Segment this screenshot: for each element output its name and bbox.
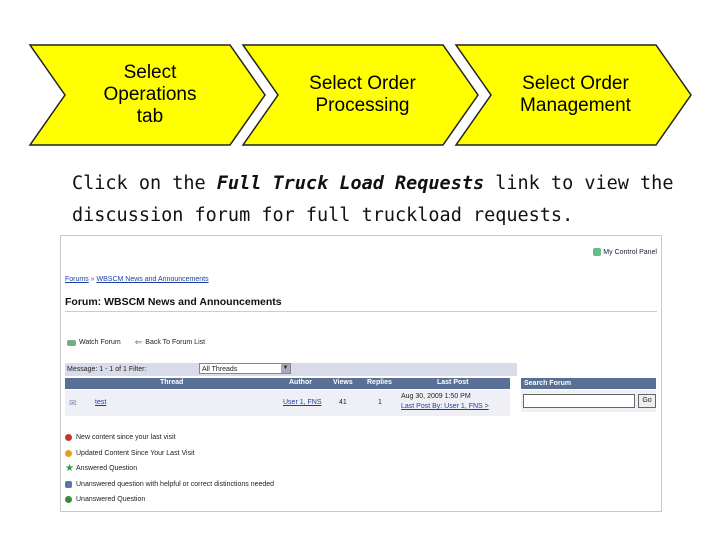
search-go-button[interactable]: Go [638,394,656,408]
column-header-thread[interactable]: Thread [160,379,183,386]
title-divider [65,311,657,312]
back-arrow-icon: ⇐ [134,337,143,347]
step-banner: Select Operations tab Select Order Proce… [0,0,720,160]
forum-screenshot: My Control Panel Forums » WBSCM News and… [60,235,662,512]
message-count: Message: 1 - 1 of 1 Filter: [67,366,147,373]
search-forum-input[interactable] [523,394,635,408]
thread-filter-value: All Threads [202,366,238,373]
column-header-replies[interactable]: Replies [367,379,392,386]
thread-table-header: Thread Author Views Replies Last Post [65,378,510,389]
legend-text: Unanswered Question [76,496,146,504]
thread-last-post-by[interactable]: Last Post By: User 1, FNS > [401,403,489,410]
thread-status-icon: ✉ [69,398,77,408]
breadcrumb: Forums » WBSCM News and Announcements [65,276,209,283]
unanswered-helpful-icon [65,480,72,488]
updated-content-icon [65,449,72,457]
thread-views: 41 [339,399,347,406]
column-header-last-post[interactable]: Last Post [437,379,469,386]
legend-item: ★ Answered Question [65,461,274,477]
search-forum-header: Search Forum [521,378,656,389]
legend-text: Updated Content Since Your Last Visit [76,449,195,457]
column-header-author[interactable]: Author [289,379,312,386]
status-legend: New content since your last visit Update… [65,430,274,508]
instruction-link-name: Full Truck Load Requests [216,173,485,194]
step-2-line-1: Select Order [309,73,416,94]
thread-controls-bar: Message: 1 - 1 of 1 Filter: [65,363,517,376]
my-control-panel-link[interactable]: My Control Panel [593,248,657,256]
step-1-line-3: tab [136,106,164,127]
unanswered-question-icon [65,496,72,504]
breadcrumb-current-forum[interactable]: WBSCM News and Announcements [97,276,209,283]
step-1-line-1: Select [123,62,177,83]
forum-title: Forum: WBSCM News and Announcements [65,296,282,308]
chevron-down-icon: ▼ [281,364,290,373]
instruction-text: Click on the Full Truck Load Requests li… [72,168,692,232]
forum-actions: Watch Forum ⇐ Back To Forum List [67,337,205,348]
back-to-forum-list-link[interactable]: ⇐ Back To Forum List [135,337,205,348]
thread-author-link[interactable]: User 1, FNS [283,399,322,406]
table-row: ✉ test User 1, FNS 41 1 Aug 30, 2009 1:5… [65,390,510,416]
step-2-line-2: Processing [315,95,410,116]
legend-item: Unanswered Question [65,492,274,508]
step-3-line-1: Select Order [522,73,629,94]
legend-item: Updated Content Since Your Last Visit [65,446,274,462]
column-header-views[interactable]: Views [333,379,353,386]
watch-forum-link[interactable]: Watch Forum [67,337,121,348]
thread-title-link[interactable]: test [95,399,106,406]
thread-last-post-date: Aug 30, 2009 1:50 PM [401,393,471,400]
new-content-icon [65,434,72,442]
instruction-prefix: Click on the [72,173,217,194]
legend-text: Unanswered question with helpful or corr… [76,480,275,488]
step-1-line-2: Operations [103,84,197,105]
my-control-panel-label: My Control Panel [603,248,657,256]
step-1-label: Select Operations tab [75,55,225,135]
legend-text: Answered Question [76,465,138,473]
watch-icon [67,339,76,346]
step-3-label: Select Order Management [498,55,653,135]
control-panel-icon [593,248,602,256]
legend-item: Unanswered question with helpful or corr… [65,477,274,493]
breadcrumb-forums[interactable]: Forums [65,276,89,283]
step-2-label: Select Order Processing [285,55,440,135]
answered-star-icon: ★ [65,463,74,475]
watch-forum-label: Watch Forum [79,339,121,346]
back-to-forum-list-label: Back To Forum List [145,339,206,346]
step-3-line-2: Management [520,95,631,116]
legend-item: New content since your last visit [65,430,274,446]
thread-filter-select[interactable]: All Threads ▼ [199,363,291,374]
thread-replies: 1 [378,399,382,406]
legend-text: New content since your last visit [76,434,176,442]
